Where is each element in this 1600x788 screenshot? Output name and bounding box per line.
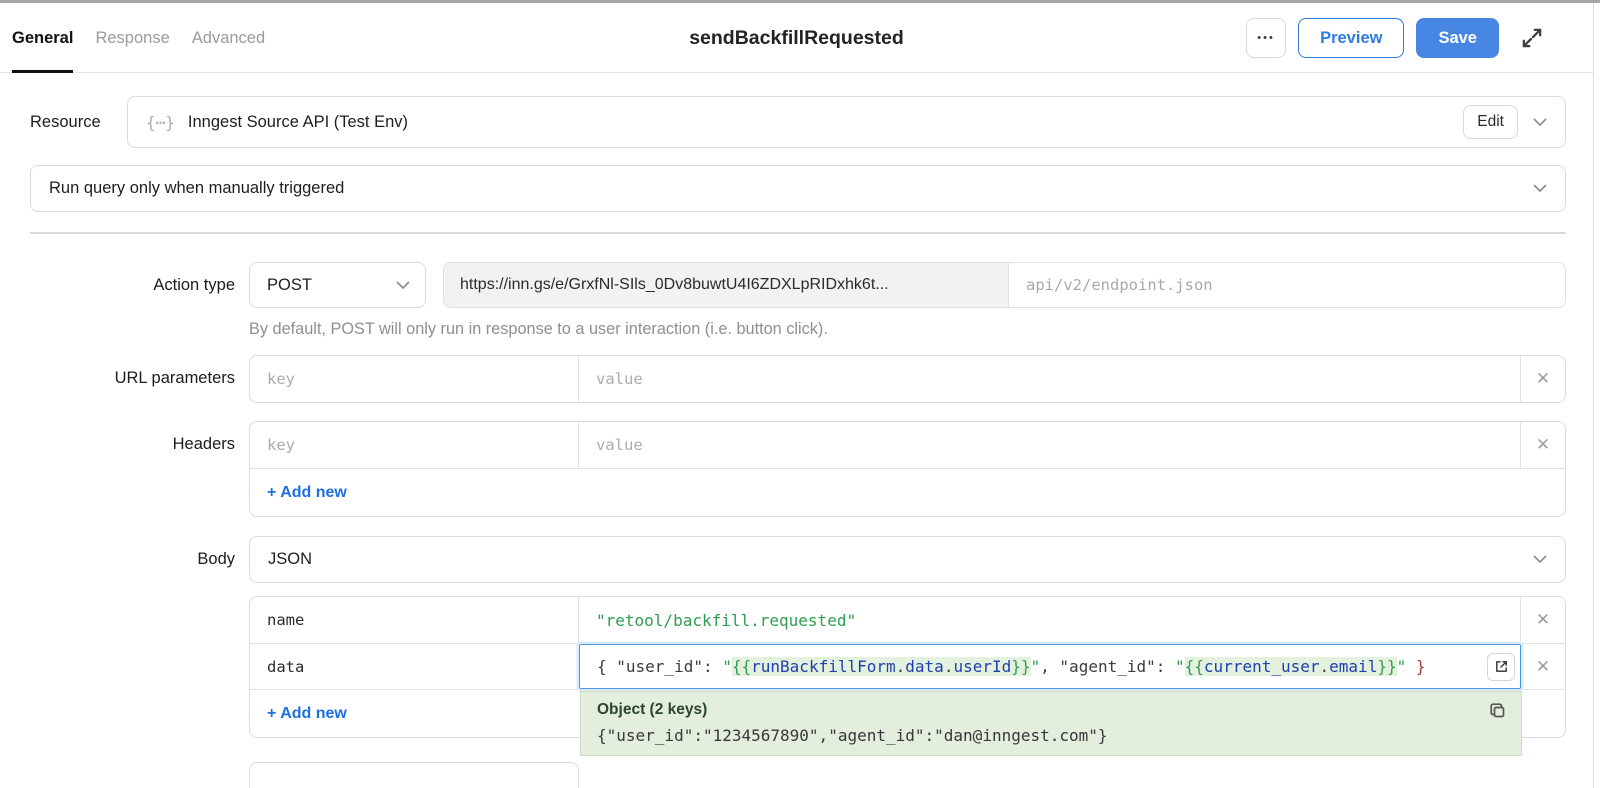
resource-label: Resource [30, 113, 101, 131]
body-name-value[interactable]: "retool/backfill.requested" [579, 611, 856, 630]
remove-body-data-button[interactable]: ✕ [1521, 644, 1565, 689]
action-type-row: Action type POST https://inn.gs/e/GrxfNl… [0, 262, 1600, 308]
copy-icon[interactable] [1488, 701, 1508, 721]
body-type-value: JSON [268, 550, 313, 568]
fullscreen-expand-icon[interactable] [1519, 25, 1545, 51]
preview-button[interactable]: Preview [1298, 18, 1405, 58]
headers-group: ✕ + Add new [249, 421, 1566, 517]
edit-resource-button[interactable]: Edit [1463, 105, 1518, 139]
run-trigger-select[interactable]: Run query only when manually triggered [30, 165, 1566, 212]
body-row-name: name "retool/backfill.requested" ✕ [250, 597, 1565, 643]
header-key-input[interactable] [250, 436, 578, 454]
next-section-partial [249, 762, 579, 788]
chevron-down-icon [396, 281, 410, 289]
chevron-down-icon [1533, 118, 1547, 126]
header-value-cell [579, 422, 1521, 468]
panel-right-border [1593, 3, 1594, 788]
body-data-expression[interactable]: { "user_id": "{{runBackfillForm.data.use… [580, 657, 1470, 676]
url-parameters-group: ✕ [249, 355, 1566, 403]
body-data-key[interactable]: data [250, 644, 579, 689]
url-endpoint-input[interactable] [1009, 263, 1565, 307]
remove-body-name-button[interactable]: ✕ [1521, 597, 1565, 643]
url-param-value-input[interactable] [579, 370, 1520, 388]
api-braces-icon: {⋯} [146, 112, 175, 132]
action-type-label: Action type [153, 276, 235, 294]
close-icon: ✕ [1535, 369, 1551, 388]
headers-label: Headers [172, 435, 235, 453]
header-key-cell [250, 422, 579, 468]
tab-general[interactable]: General [12, 3, 74, 73]
body-type-select[interactable]: JSON [249, 536, 1566, 583]
http-method-select[interactable]: POST [249, 262, 426, 308]
add-body-field-link[interactable]: + Add new [267, 705, 347, 723]
url-parameters-label: URL parameters [114, 369, 235, 387]
body-name-key[interactable]: name [250, 597, 579, 643]
close-icon: ✕ [1535, 610, 1551, 629]
http-method-value: POST [267, 275, 312, 294]
add-header-link[interactable]: + Add new [267, 484, 347, 502]
close-icon: ✕ [1535, 435, 1551, 454]
chevron-down-icon [1533, 184, 1547, 192]
chevron-down-icon [1533, 555, 1547, 563]
ellipsis-icon: ••• [1257, 32, 1275, 44]
resource-name: Inngest Source API (Test Env) [187, 112, 409, 131]
url-param-key-cell [250, 356, 579, 402]
more-options-button[interactable]: ••• [1246, 18, 1287, 58]
url-parameter-row: ✕ [250, 356, 1565, 402]
evaluation-value: {"user_id":"1234567890","agent_id":"dan@… [597, 726, 1108, 745]
expand-editor-icon [1495, 661, 1507, 672]
url-input-group: https://inn.gs/e/GrxfNl-SIls_0Dv8buwtU4I… [443, 262, 1566, 308]
remove-header-button[interactable]: ✕ [1521, 422, 1565, 468]
save-button[interactable]: Save [1416, 18, 1499, 58]
body-label: Body [197, 550, 235, 568]
evaluation-type: Object (2 keys) [597, 701, 708, 718]
run-trigger-value: Run query only when manually triggered [49, 179, 345, 197]
resource-select[interactable]: {⋯} Inngest Source API (Test Env) Edit [127, 96, 1566, 148]
body-row-data: data { "user_id": "{{runBackfillForm.dat… [250, 643, 1565, 689]
header-row: ✕ [250, 422, 1565, 468]
editor-tabs: General Response Advanced [12, 3, 287, 73]
query-editor-header: General Response Advanced sendBackfillRe… [0, 3, 1593, 73]
query-editor-panel: General Response Advanced sendBackfillRe… [0, 0, 1600, 788]
url-param-value-cell [579, 356, 1521, 402]
headers-addnew-row: + Add new [250, 468, 1565, 516]
tab-response[interactable]: Response [95, 3, 169, 73]
open-expanded-editor-button[interactable] [1487, 652, 1515, 681]
query-title: sendBackfillRequested [689, 27, 904, 49]
url-base-prefix: https://inn.gs/e/GrxfNl-SIls_0Dv8buwtU4I… [444, 263, 1009, 307]
header-value-input[interactable] [579, 436, 1520, 454]
remove-url-param-button[interactable]: ✕ [1521, 356, 1565, 402]
url-param-key-input[interactable] [250, 370, 578, 388]
close-icon: ✕ [1535, 656, 1551, 676]
tab-advanced[interactable]: Advanced [192, 3, 265, 73]
body-name-value-cell: "retool/backfill.requested" [579, 597, 1521, 643]
body-data-value-cell[interactable]: { "user_id": "{{runBackfillForm.data.use… [579, 644, 1521, 689]
section-divider [30, 232, 1566, 234]
evaluation-tooltip: Object (2 keys) {"user_id":"1234567890",… [580, 691, 1522, 756]
header-actions: ••• Preview Save [1246, 18, 1545, 58]
post-helper-text: By default, POST will only run in respon… [249, 320, 828, 338]
